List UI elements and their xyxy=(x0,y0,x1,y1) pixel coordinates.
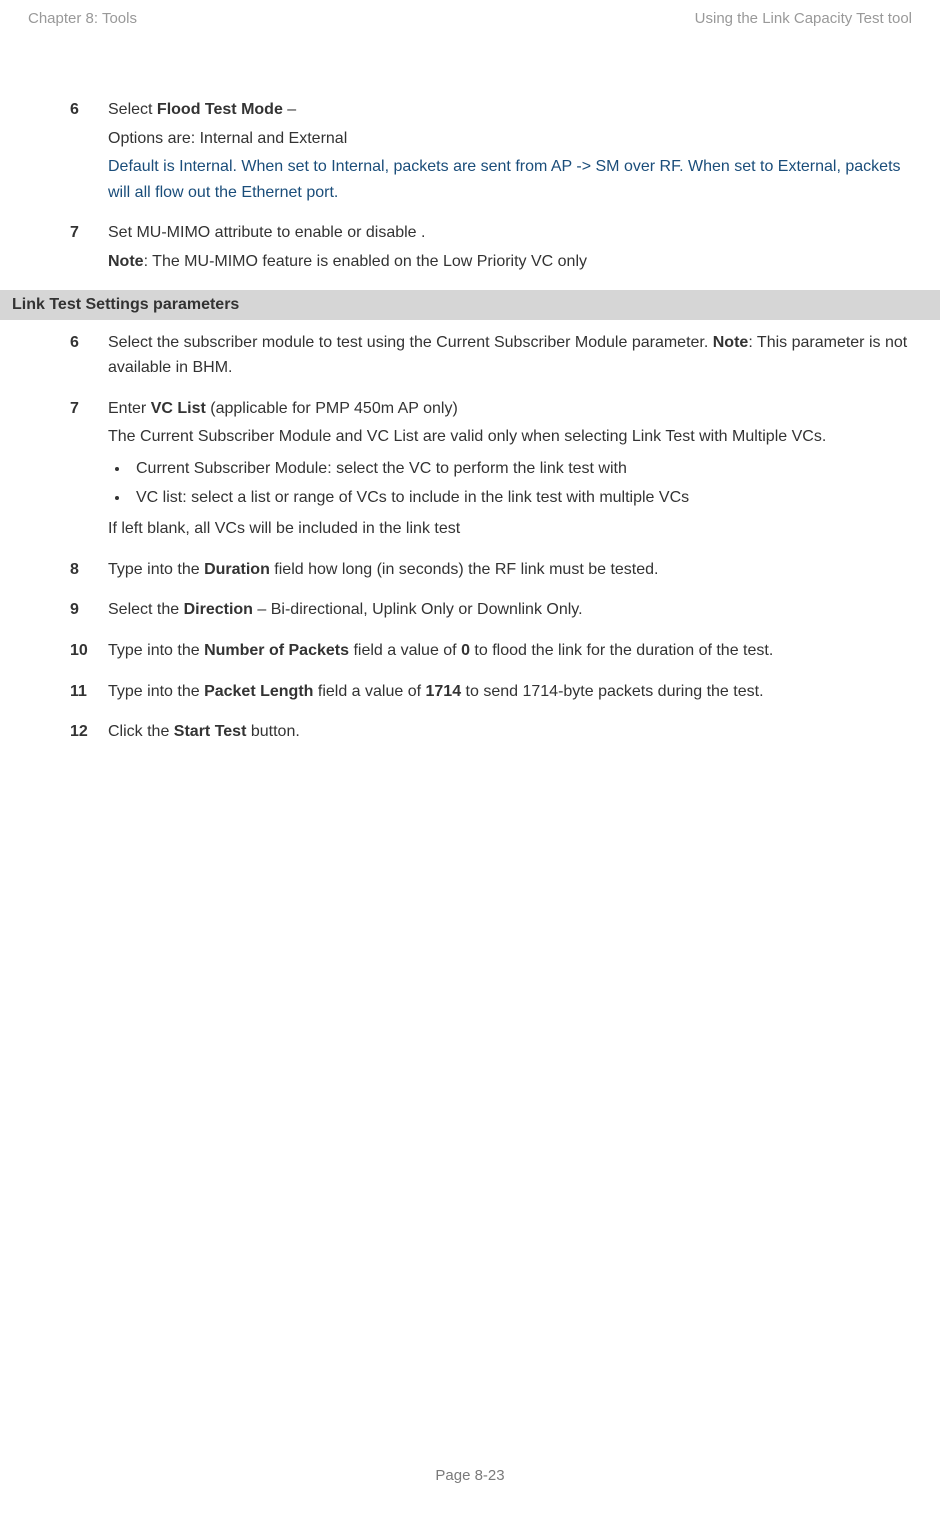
step-text: Enter VC List (applicable for PMP 450m A… xyxy=(108,396,912,422)
step-text: Click the Start Test button. xyxy=(108,719,912,745)
step-text: Type into the Packet Length field a valu… xyxy=(108,679,912,705)
step-text: Select the subscriber module to test usi… xyxy=(108,330,912,381)
step-row: 6Select the subscriber module to test us… xyxy=(70,330,912,384)
step-row: 6Select Flood Test Mode – Options are: I… xyxy=(70,97,912,208)
note-text: Default is Internal. When set to Interna… xyxy=(108,154,912,205)
step-body: Select the subscriber module to test usi… xyxy=(108,330,912,384)
step-body: Type into the Duration field how long (i… xyxy=(108,557,912,586)
step-number: 7 xyxy=(70,220,108,277)
step-row: 7Enter VC List (applicable for PMP 450m … xyxy=(70,396,912,545)
step-text: Options are: Internal and External xyxy=(108,126,912,152)
section-heading: Link Test Settings parameters xyxy=(0,290,940,320)
step-body: Select the Direction – Bi-directional, U… xyxy=(108,597,912,626)
header-right: Using the Link Capacity Test tool xyxy=(695,10,912,27)
bullet-list: Current Subscriber Module: select the VC… xyxy=(130,456,912,510)
step-text: Type into the Number of Packets field a … xyxy=(108,638,912,664)
step-number: 7 xyxy=(70,396,108,545)
step-row: 10Type into the Number of Packets field … xyxy=(70,638,912,667)
step-number: 8 xyxy=(70,557,108,586)
step-body: Select Flood Test Mode – Options are: In… xyxy=(108,97,912,208)
step-text: Type into the Duration field how long (i… xyxy=(108,557,912,583)
step-number: 6 xyxy=(70,330,108,384)
step-row: 8Type into the Duration field how long (… xyxy=(70,557,912,586)
list-item: Current Subscriber Module: select the VC… xyxy=(130,456,912,482)
step-text: Set MU-MIMO attribute to enable or disab… xyxy=(108,220,912,246)
step-body: Click the Start Test button. xyxy=(108,719,912,748)
step-text: The Current Subscriber Module and VC Lis… xyxy=(108,424,912,450)
step-text: Select the Direction – Bi-directional, U… xyxy=(108,597,912,623)
step-body: Type into the Number of Packets field a … xyxy=(108,638,912,667)
step-number: 6 xyxy=(70,97,108,208)
content-area: 6Select Flood Test Mode – Options are: I… xyxy=(70,97,912,748)
page-footer: Page 8-23 xyxy=(0,1467,940,1484)
step-text: Note: The MU-MIMO feature is enabled on … xyxy=(108,249,912,275)
step-body: Enter VC List (applicable for PMP 450m A… xyxy=(108,396,912,545)
step-text: If left blank, all VCs will be included … xyxy=(108,516,912,542)
step-row: 12Click the Start Test button. xyxy=(70,719,912,748)
step-body: Type into the Packet Length field a valu… xyxy=(108,679,912,708)
step-number: 11 xyxy=(70,679,108,708)
step-body: Set MU-MIMO attribute to enable or disab… xyxy=(108,220,912,277)
step-number: 12 xyxy=(70,719,108,748)
list-item: VC list: select a list or range of VCs t… xyxy=(130,485,912,511)
page: Chapter 8: Tools Using the Link Capacity… xyxy=(0,0,940,1514)
step-row: 7Set MU-MIMO attribute to enable or disa… xyxy=(70,220,912,277)
step-text: Select Flood Test Mode – xyxy=(108,97,912,123)
step-number: 9 xyxy=(70,597,108,626)
page-header: Chapter 8: Tools Using the Link Capacity… xyxy=(28,10,912,27)
header-left: Chapter 8: Tools xyxy=(28,10,137,27)
step-row: 9Select the Direction – Bi-directional, … xyxy=(70,597,912,626)
step-number: 10 xyxy=(70,638,108,667)
step-row: 11Type into the Packet Length field a va… xyxy=(70,679,912,708)
